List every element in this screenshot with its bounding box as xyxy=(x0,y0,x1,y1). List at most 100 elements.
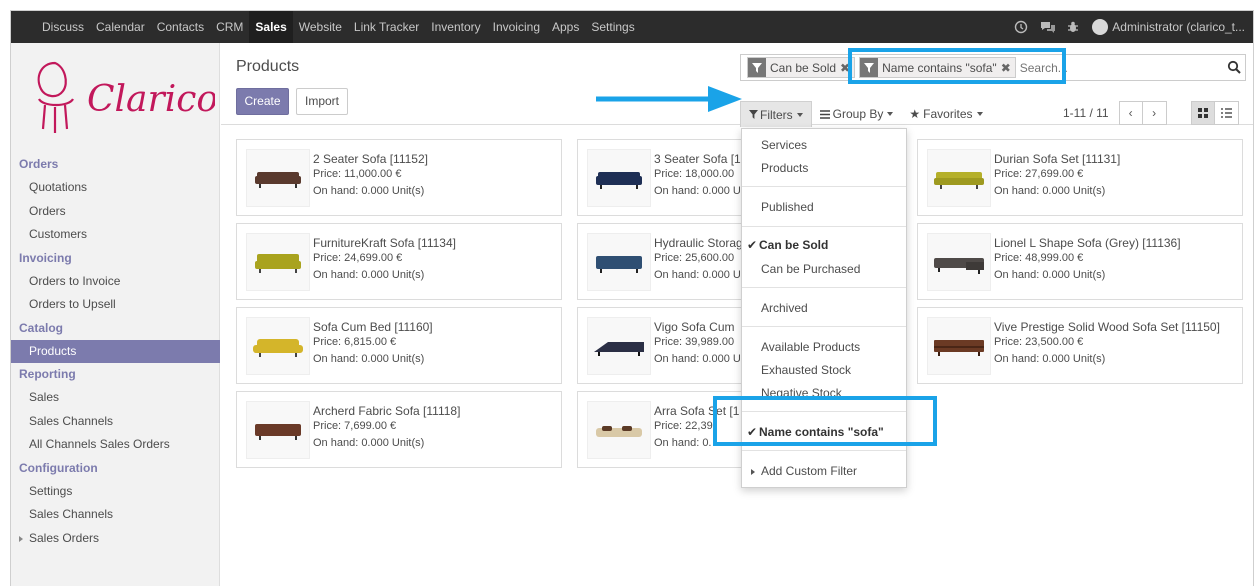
sidebar-menu: Orders Quotations Orders Customers Invoi… xyxy=(11,153,220,550)
product-card[interactable]: 2 Seater Sofa [11152] Price: 11,000.00 €… xyxy=(236,139,562,216)
user-name: Administrator (clarico_t... xyxy=(1112,20,1245,34)
product-card[interactable]: Archerd Fabric Sofa [11118] Price: 7,699… xyxy=(236,391,562,468)
caret-right-icon xyxy=(751,468,755,475)
app-window: Discuss Calendar Contacts CRM Sales Webs… xyxy=(10,10,1254,586)
avatar xyxy=(1092,19,1109,35)
top-navbar: Discuss Calendar Contacts CRM Sales Webs… xyxy=(11,11,1253,43)
app-invoicing[interactable]: Invoicing xyxy=(487,11,546,43)
sidebar-section-catalog: Catalog xyxy=(19,320,64,335)
sidebar-item-settings[interactable]: Settings xyxy=(11,480,220,504)
breadcrumb: Products xyxy=(236,58,300,75)
filter-option-available-products[interactable]: Available Products xyxy=(742,337,906,357)
divider xyxy=(742,450,906,451)
app-website[interactable]: Website xyxy=(293,11,348,43)
pager-value[interactable]: 1-11 / 11 xyxy=(1063,106,1109,120)
sidebar-item-orders[interactable]: Orders xyxy=(11,200,220,224)
user-menu[interactable]: Administrator (clarico_t... xyxy=(1092,19,1245,35)
app-sales[interactable]: Sales xyxy=(249,11,293,43)
product-card[interactable]: Durian Sofa Set [11131] Price: 27,699.00… xyxy=(917,139,1243,216)
pager-previous-button[interactable]: ‹ xyxy=(1118,101,1143,125)
list-icon xyxy=(1221,108,1232,118)
grid-icon xyxy=(1198,108,1208,118)
product-image xyxy=(246,233,310,291)
product-card[interactable]: FurnitureKraft Sofa [11134] Price: 24,69… xyxy=(236,223,562,300)
expand-arrow-icon xyxy=(19,535,23,542)
add-custom-filter[interactable]: Add Custom Filter xyxy=(742,461,906,481)
sidebar-item-quotations[interactable]: Quotations xyxy=(11,176,220,200)
bug-icon[interactable] xyxy=(1066,20,1080,34)
product-card[interactable]: Sofa Cum Bed [11160] Price: 6,815.00 € O… xyxy=(236,307,562,384)
highlight-box xyxy=(713,396,937,446)
filter-option-label: Can be Sold xyxy=(759,238,829,252)
product-onhand: On hand: 0.000 Unit(s) xyxy=(994,185,1106,197)
logo-wordmark: Clarico xyxy=(87,79,215,120)
product-onhand: On hand: 0.000 Unit(s) xyxy=(994,269,1106,281)
filters-button[interactable]: Filters xyxy=(740,101,812,127)
app-contacts[interactable]: Contacts xyxy=(151,11,210,43)
list-view-button[interactable] xyxy=(1215,101,1239,125)
product-card[interactable]: Lionel L Shape Sofa (Grey) [11136] Price… xyxy=(917,223,1243,300)
product-card[interactable]: Vive Prestige Solid Wood Sofa Set [11150… xyxy=(917,307,1243,384)
chat-icon[interactable] xyxy=(1040,20,1056,34)
sidebar-item-products[interactable]: Products xyxy=(11,339,220,363)
sidebar-item-sales-channels[interactable]: Sales Channels xyxy=(11,410,220,434)
product-name: 3 Seater Sofa [1 xyxy=(654,152,741,166)
highlight-box xyxy=(848,48,1066,84)
sidebar-item-sales-orders[interactable]: Sales Orders xyxy=(11,527,220,551)
favorites-button[interactable]: ★ Favorites xyxy=(901,102,990,126)
app-link-tracker[interactable]: Link Tracker xyxy=(348,11,425,43)
facet-can-be-sold[interactable]: Can be Sold ✖ xyxy=(747,57,856,78)
filter-option-services[interactable]: Services xyxy=(742,135,906,155)
facet-label: Can be Sold xyxy=(770,60,837,75)
app-crm[interactable]: CRM xyxy=(210,11,249,43)
product-price: Price: 7,699.00 € xyxy=(313,420,397,432)
group-by-button[interactable]: Group By xyxy=(812,102,902,126)
filter-option-exhausted-stock[interactable]: Exhausted Stock xyxy=(742,360,906,380)
product-image xyxy=(246,401,310,459)
sidebar-item-all-channels-sales-orders[interactable]: All Channels Sales Orders xyxy=(11,433,220,457)
sidebar-item-orders-to-invoice[interactable]: Orders to Invoice xyxy=(11,270,220,294)
pager-next-button[interactable]: › xyxy=(1142,101,1167,125)
product-onhand: On hand: 0.000 Unit(s) xyxy=(313,269,425,281)
sidebar-item-customers[interactable]: Customers xyxy=(11,223,220,247)
product-price: Price: 39,989.00 xyxy=(654,336,735,348)
app-menu: Discuss Calendar Contacts CRM Sales Webs… xyxy=(36,11,641,43)
app-apps[interactable]: Apps xyxy=(546,11,585,43)
divider xyxy=(742,186,906,187)
app-settings[interactable]: Settings xyxy=(585,11,640,43)
product-name: Vigo Sofa Cum xyxy=(654,320,735,334)
divider xyxy=(742,287,906,288)
product-image xyxy=(927,233,991,291)
filter-option-published[interactable]: Published xyxy=(742,197,906,217)
filter-option-products[interactable]: Products xyxy=(742,158,906,178)
search-icon[interactable] xyxy=(1227,60,1241,74)
app-calendar[interactable]: Calendar xyxy=(90,11,151,43)
product-price: Price: 6,815.00 € xyxy=(313,336,397,348)
caret-down-icon xyxy=(796,112,803,117)
caret-down-icon xyxy=(887,112,894,116)
product-price: Price: 18,000.00 xyxy=(654,168,735,180)
filter-option-archived[interactable]: Archived xyxy=(742,298,906,318)
filter-option-can-be-sold[interactable]: ✔ Can be Sold xyxy=(742,235,906,255)
create-button[interactable]: Create xyxy=(236,88,289,115)
product-price: Price: 25,600.00 xyxy=(654,252,735,264)
company-logo[interactable]: Clarico xyxy=(25,55,218,145)
clock-icon[interactable] xyxy=(1014,20,1028,34)
app-inventory[interactable]: Inventory xyxy=(425,11,486,43)
sidebar-item-orders-to-upsell[interactable]: Orders to Upsell xyxy=(11,293,220,317)
app-discuss[interactable]: Discuss xyxy=(36,11,90,43)
sidebar: Clarico Orders Quotations Orders Custome… xyxy=(11,43,220,586)
product-price: Price: 24,699.00 € xyxy=(313,252,403,264)
import-button[interactable]: Import xyxy=(296,88,348,115)
product-image xyxy=(246,317,310,375)
product-image xyxy=(927,317,991,375)
product-price: Price: 48,999.00 € xyxy=(994,252,1084,264)
sidebar-item-label: Sales Orders xyxy=(29,530,100,545)
filter-option-can-be-purchased[interactable]: Can be Purchased xyxy=(742,259,906,279)
kanban-view-button[interactable] xyxy=(1191,101,1215,125)
sidebar-item-config-sales-channels[interactable]: Sales Channels xyxy=(11,503,220,527)
sidebar-item-sales[interactable]: Sales xyxy=(11,386,220,410)
product-price: Price: 23,500.00 € xyxy=(994,336,1084,348)
favorites-label: Favorites xyxy=(923,107,973,121)
product-onhand: On hand: 0.000 Unit(s) xyxy=(313,353,425,365)
